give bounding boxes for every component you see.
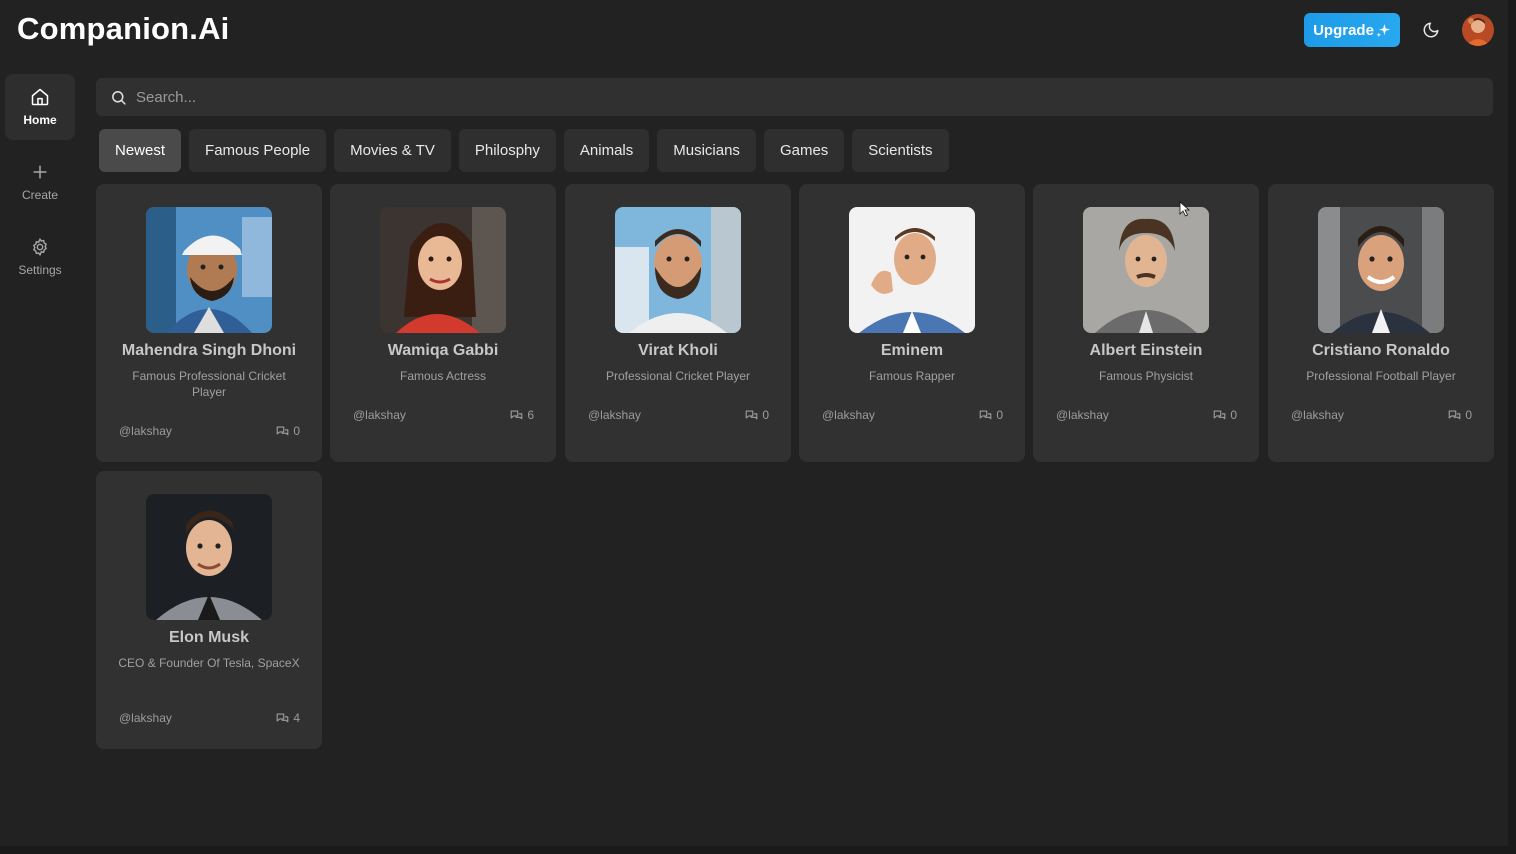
companion-avatar (1083, 207, 1209, 333)
search-icon (112, 90, 126, 105)
gear-icon (33, 238, 47, 256)
upgrade-button[interactable]: Upgrade (1304, 13, 1400, 47)
category-movies-tv[interactable]: Movies & TV (334, 129, 451, 172)
companion-card[interactable]: Eminem Famous Rapper @lakshay 0 (799, 184, 1025, 462)
card-footer: @lakshay 0 (1291, 408, 1472, 422)
companion-avatar (1318, 207, 1444, 333)
companion-avatar (849, 207, 975, 333)
companion-author: @lakshay (822, 408, 875, 422)
message-count-value: 0 (1230, 408, 1237, 422)
companion-author: @lakshay (353, 408, 406, 422)
sidebar-item-label: Settings (18, 263, 62, 277)
companion-description: Famous Rapper (868, 369, 956, 383)
companion-name: Mahendra Singh Dhoni (121, 342, 297, 359)
category-tabs: Newest Famous People Movies & TV Philosp… (99, 129, 949, 172)
companion-description: Famous Professional Cricket Player (132, 369, 286, 399)
card-footer: @lakshay 0 (588, 408, 769, 422)
companion-author: @lakshay (119, 711, 172, 725)
messages-icon (276, 425, 289, 435)
messages-icon (276, 712, 289, 722)
home-icon (31, 88, 49, 106)
companion-author: @lakshay (1291, 408, 1344, 422)
user-avatar-image (1462, 14, 1494, 46)
category-animals[interactable]: Animals (563, 129, 650, 172)
companion-card[interactable]: Elon Musk CEO & Founder Of Tesla, SpaceX… (96, 471, 322, 749)
card-footer: @lakshay 0 (119, 424, 300, 438)
companion-name: Elon Musk (168, 629, 249, 646)
sparkles-icon (1376, 23, 1390, 37)
companion-avatar (146, 494, 272, 620)
search-bar[interactable] (96, 78, 1493, 116)
companion-card[interactable]: Mahendra Singh Dhoni Famous Professional… (96, 184, 322, 462)
message-count-value: 6 (527, 408, 534, 422)
companion-name: Albert Einstein (1089, 342, 1203, 359)
message-count: 4 (276, 711, 300, 725)
messages-icon (1213, 409, 1226, 419)
companion-avatar (146, 207, 272, 333)
message-count-value: 0 (1465, 408, 1472, 422)
message-count-value: 0 (762, 408, 769, 422)
message-count-value: 0 (293, 424, 300, 438)
category-newest[interactable]: Newest (99, 129, 182, 172)
messages-icon (1448, 409, 1461, 419)
sidebar-item-label: Create (21, 188, 59, 202)
message-count-value: 4 (293, 711, 300, 725)
companion-description: Famous Physicist (1098, 369, 1194, 383)
plus-icon (33, 165, 47, 179)
companion-card[interactable]: Cristiano Ronaldo Professional Football … (1268, 184, 1494, 462)
category-games[interactable]: Games (763, 129, 845, 172)
message-count: 0 (276, 424, 300, 438)
companion-description: Professional Football Player (1306, 369, 1456, 383)
companion-description: Professional Cricket Player (605, 369, 751, 383)
companion-avatar (615, 207, 741, 333)
category-musicians[interactable]: Musicians (657, 129, 756, 172)
companion-author: @lakshay (119, 424, 172, 438)
card-footer: @lakshay 4 (119, 711, 300, 725)
companion-name: Cristiano Ronaldo (1312, 342, 1450, 359)
message-count: 0 (1213, 408, 1237, 422)
companion-card[interactable]: Wamiqa Gabbi Famous Actress @lakshay 6 (330, 184, 556, 462)
upgrade-label: Upgrade (1313, 21, 1374, 39)
companion-description: Famous Actress (399, 369, 487, 383)
companion-author: @lakshay (588, 408, 641, 422)
messages-icon (745, 409, 758, 419)
companion-avatar (380, 207, 506, 333)
search-input[interactable] (136, 88, 1436, 106)
card-footer: @lakshay 0 (822, 408, 1003, 422)
user-avatar[interactable] (1462, 14, 1494, 46)
window-edge-bottom (0, 846, 1516, 854)
companion-author: @lakshay (1056, 408, 1109, 422)
app-root: Companion.Ai Upgrade Home Create Setting… (0, 0, 1516, 854)
card-footer: @lakshay 0 (1056, 408, 1237, 422)
moon-icon (1423, 22, 1439, 38)
card-footer: @lakshay 6 (353, 408, 534, 422)
companion-name: Eminem (880, 342, 944, 359)
sidebar-item-home[interactable]: Home (5, 74, 75, 140)
message-count: 6 (510, 408, 534, 422)
category-scientists[interactable]: Scientists (852, 129, 949, 172)
sidebar-item-settings[interactable]: Settings (5, 224, 75, 290)
messages-icon (979, 409, 992, 419)
app-logo[interactable]: Companion.Ai (17, 11, 230, 47)
sidebar-item-create[interactable]: Create (5, 149, 75, 215)
message-count: 0 (979, 408, 1003, 422)
message-count: 0 (1448, 408, 1472, 422)
companion-name: Wamiqa Gabbi (387, 342, 499, 359)
companion-name: Virat Kholi (638, 342, 718, 359)
category-famous-people[interactable]: Famous People (189, 129, 327, 172)
companion-description: CEO & Founder Of Tesla, SpaceX (118, 656, 300, 670)
message-count: 0 (745, 408, 769, 422)
message-count-value: 0 (996, 408, 1003, 422)
window-edge-right (1508, 0, 1516, 854)
companion-card[interactable]: Albert Einstein Famous Physicist @laksha… (1033, 184, 1259, 462)
category-philosphy[interactable]: Philosphy (458, 129, 556, 172)
messages-icon (510, 409, 523, 419)
sidebar-item-label: Home (23, 113, 57, 127)
companion-card[interactable]: Virat Kholi Professional Cricket Player … (565, 184, 791, 462)
mouse-cursor-icon (1179, 201, 1191, 217)
theme-toggle-button[interactable] (1420, 19, 1442, 41)
